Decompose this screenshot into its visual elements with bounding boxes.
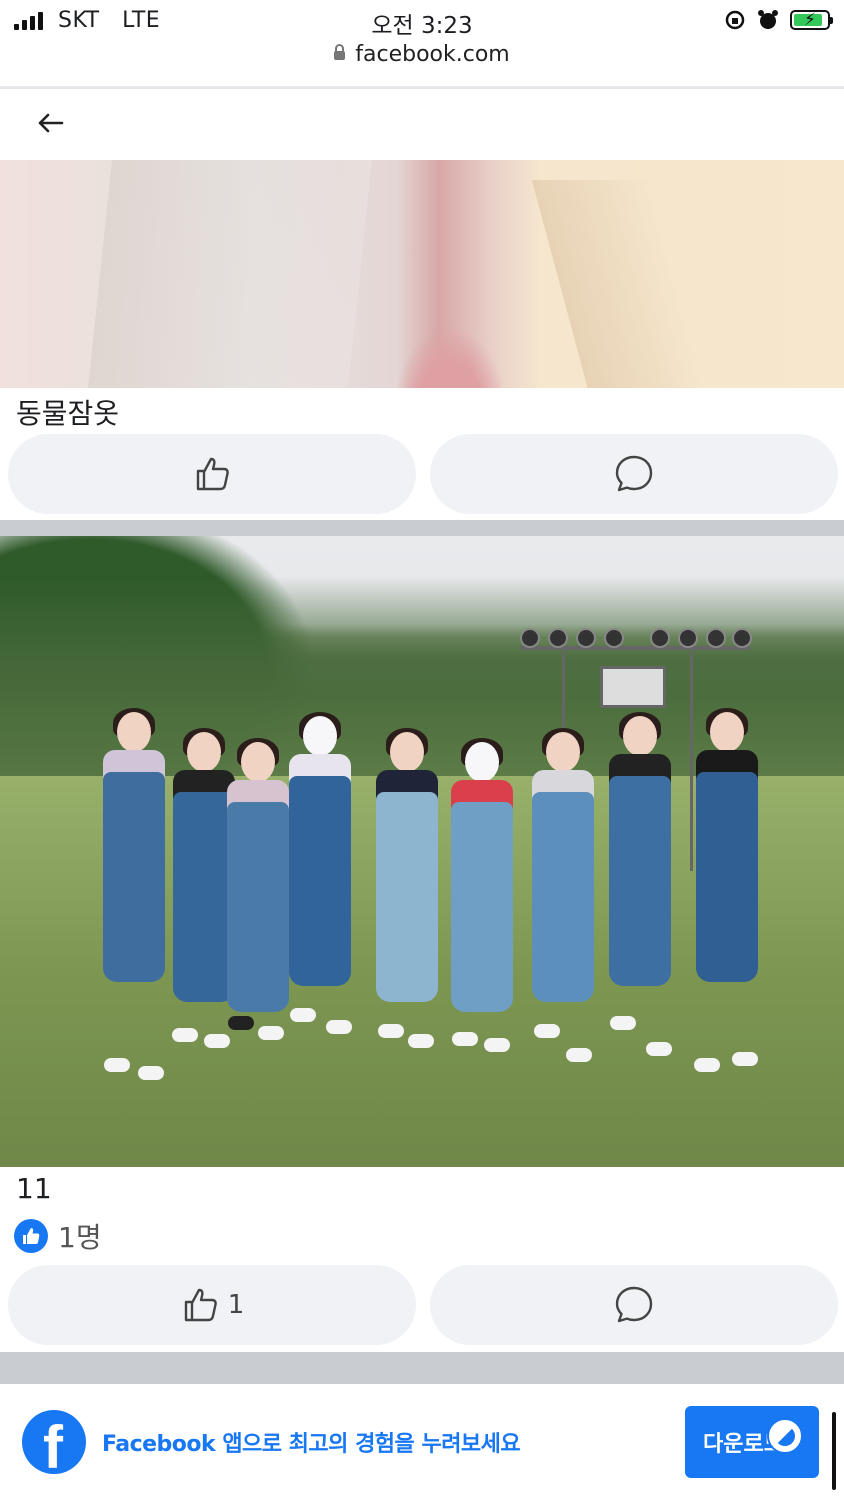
comment-bubble-icon	[615, 455, 653, 492]
post-caption: 동물잠옷	[16, 397, 120, 430]
like-button[interactable]: 1	[8, 1265, 416, 1345]
comment-button[interactable]	[430, 1265, 838, 1345]
scrollbar[interactable]	[832, 1412, 836, 1490]
like-button[interactable]	[8, 434, 416, 514]
post-photo[interactable]	[0, 160, 844, 388]
post-separator	[0, 520, 844, 536]
url-bar[interactable]: facebook.com	[0, 42, 844, 72]
like-reaction-icon	[14, 1219, 48, 1253]
reaction-summary[interactable]: 1명	[14, 1216, 102, 1256]
comment-button[interactable]	[430, 434, 838, 514]
app-install-banner: f Facebook 앱으로 최고의 경험을 누려보세요 다운로드	[0, 1384, 844, 1500]
status-time: 오전 3:23	[371, 13, 473, 39]
url-text: facebook.com	[355, 42, 510, 67]
reaction-count: 1명	[58, 1221, 102, 1254]
nav-bar	[0, 89, 844, 157]
status-icons: ⚡	[724, 8, 833, 32]
post-caption: 11	[16, 1172, 52, 1205]
banner-message: Facebook 앱으로 최고의 경험을 누려보세요	[102, 1432, 521, 1457]
post-actions: 1	[8, 1265, 838, 1345]
post-actions	[8, 434, 838, 514]
lock-icon	[334, 44, 346, 60]
facebook-logo-icon: f	[22, 1410, 86, 1480]
thumbs-up-icon	[196, 457, 229, 491]
like-count: 1	[227, 1290, 245, 1320]
post-separator	[0, 1352, 844, 1384]
orientation-lock-icon	[725, 10, 745, 30]
assistive-touch-icon[interactable]	[767, 1418, 803, 1454]
battery-icon: ⚡	[790, 10, 833, 30]
alarm-icon	[758, 10, 778, 29]
back-arrow-icon[interactable]	[32, 105, 68, 141]
stage-lights	[520, 628, 752, 652]
status-bar: SKT LTE 오전 3:23 ⚡	[0, 0, 844, 42]
comment-bubble-icon	[615, 1286, 653, 1323]
post-photo[interactable]	[0, 536, 844, 1167]
thumbs-up-icon	[184, 1288, 217, 1322]
